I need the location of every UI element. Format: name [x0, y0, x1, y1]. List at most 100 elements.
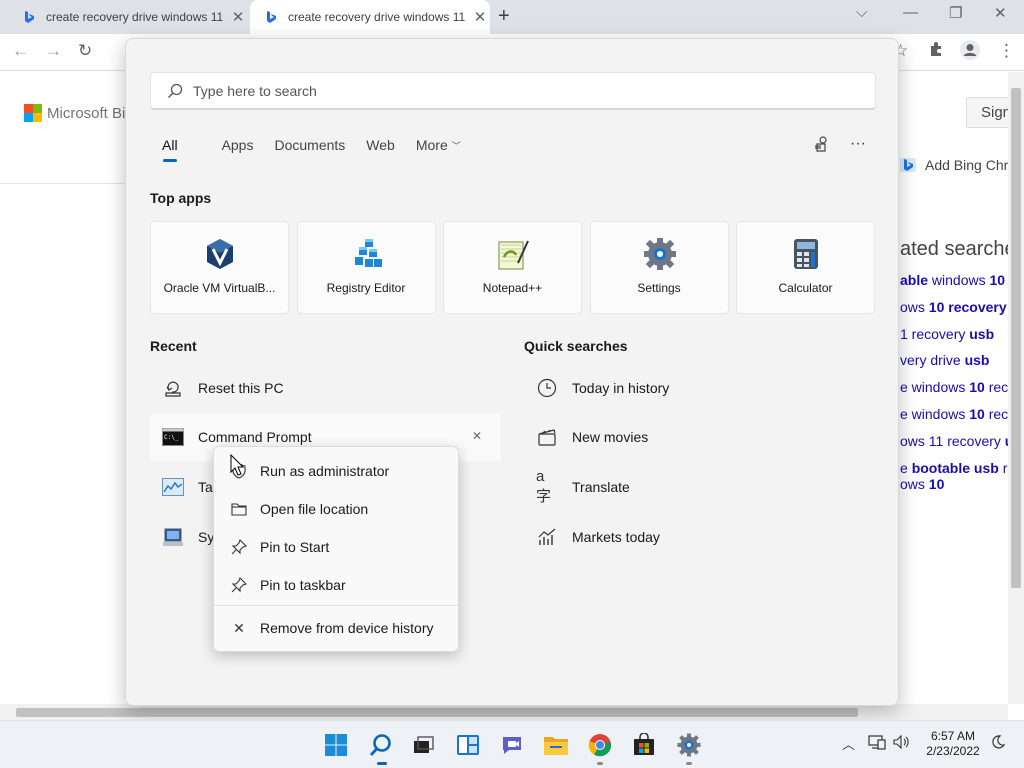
app-label: Oracle VM VirtualB... [163, 281, 276, 295]
tab-title: create recovery drive windows 11 [46, 10, 224, 24]
running-indicator [686, 762, 692, 765]
app-tile-notepadpp[interactable]: Notepad++ [443, 221, 582, 314]
pin-icon [230, 576, 248, 594]
window-close-icon[interactable]: ✕ [994, 4, 1007, 22]
more-options-icon[interactable]: ··· [850, 135, 866, 153]
back-icon[interactable]: ← [12, 41, 29, 61]
account-switch-icon[interactable] [812, 135, 830, 158]
tab-more[interactable]: More ﹀ [416, 137, 461, 153]
top-apps-title: Top apps [150, 190, 212, 206]
quick-search-translate[interactable]: a字 Translate [524, 463, 874, 511]
chart-icon [536, 526, 558, 548]
app-tile-calculator[interactable]: Calculator [736, 221, 875, 314]
menu-item-label: Pin to Start [260, 539, 330, 555]
app-tile-registry-editor[interactable]: Registry Editor [296, 221, 436, 314]
network-icon[interactable] [868, 734, 886, 753]
recent-item-reset-pc[interactable]: Reset this PC [150, 364, 500, 412]
menu-item-pin-to-taskbar[interactable]: Pin to taskbar [218, 568, 456, 602]
menu-item-open-file-location[interactable]: Open file location [218, 492, 456, 526]
app-label: Registry Editor [326, 281, 406, 295]
profile-avatar-icon[interactable] [959, 39, 981, 66]
quick-search-new-movies[interactable]: New movies [524, 413, 874, 461]
reset-pc-icon [162, 377, 184, 399]
app-tile-settings[interactable]: Settings [589, 221, 729, 314]
search-box[interactable] [150, 72, 876, 110]
bing-extension-icon [899, 155, 919, 175]
menu-item-pin-to-start[interactable]: Pin to Start [218, 530, 456, 564]
browser-menu-icon[interactable]: ⋮ [998, 41, 1015, 61]
microsoft-store-icon[interactable] [631, 732, 657, 758]
tab-apps[interactable]: Apps [222, 137, 254, 153]
tab-web[interactable]: Web [366, 137, 395, 153]
pin-icon [230, 538, 248, 556]
tab-all[interactable]: All [162, 137, 178, 162]
quick-search-label: Today in history [572, 380, 670, 396]
related-search-link[interactable]: very drive usb [900, 352, 989, 368]
taskbar-search-icon[interactable] [368, 732, 394, 758]
volume-icon[interactable] [892, 734, 910, 753]
close-tab-icon[interactable]: ✕ [470, 8, 490, 26]
search-input[interactable] [193, 82, 793, 99]
vertical-scrollbar[interactable] [1008, 72, 1024, 704]
recent-item-label: Command Prompt [198, 429, 312, 445]
clock-date: 2/23/2022 [926, 744, 980, 758]
related-search-link[interactable]: 1 recovery usb [900, 326, 994, 342]
task-view-icon[interactable] [410, 732, 436, 758]
taskbar-settings-icon[interactable] [676, 732, 702, 758]
system-clock[interactable]: 6:57 AM 2/23/2022 [918, 729, 988, 759]
tab-more-label: More [415, 137, 448, 153]
scrollbar-thumb[interactable] [16, 708, 858, 717]
browser-tab-1[interactable]: create recovery drive windows 11 ✕ [8, 0, 248, 34]
new-tab-button[interactable]: + [498, 5, 510, 28]
minimize-icon[interactable]: — [903, 4, 918, 21]
app-label: Calculator [778, 281, 833, 295]
horizontal-scrollbar[interactable] [0, 704, 1008, 720]
menu-item-remove-from-history[interactable]: ✕ Remove from device history [218, 611, 456, 645]
svg-text:C:\_: C:\_ [164, 434, 179, 441]
widgets-icon[interactable] [455, 732, 481, 758]
clock-time: 6:57 AM [930, 729, 976, 743]
chevron-down-icon: ﹀ [451, 140, 461, 151]
related-search-link[interactable]: e bootable usb re [900, 460, 1015, 476]
show-hidden-icons-chevron-icon[interactable]: ︿ [842, 734, 855, 753]
mouse-cursor-icon [230, 453, 246, 483]
start-windows-icon[interactable] [323, 732, 349, 758]
close-tab-icon[interactable]: ✕ [228, 8, 248, 26]
system-icon [162, 526, 184, 548]
app-tile-virtualbox[interactable]: Oracle VM VirtualB... [150, 221, 289, 314]
quick-search-today-in-history[interactable]: Today in history [524, 364, 874, 412]
tab-search-chevron-icon[interactable]: ⌵ [856, 4, 867, 21]
quick-searches-title: Quick searches [524, 338, 628, 354]
command-prompt-icon: C:\_ [162, 426, 184, 448]
recent-item-label: Reset this PC [198, 380, 284, 396]
reload-icon[interactable]: ↻ [78, 41, 92, 61]
active-indicator [377, 762, 387, 765]
close-icon: ✕ [233, 619, 245, 636]
add-bing-link[interactable]: Add Bing Chro [899, 155, 1016, 175]
quick-search-markets-today[interactable]: Markets today [524, 513, 874, 561]
file-explorer-icon[interactable] [543, 732, 569, 758]
browser-tab-2[interactable]: create recovery drive windows 11 ✕ [250, 0, 490, 34]
restore-icon[interactable]: ❐ [949, 4, 962, 22]
translate-icon: a字 [536, 468, 552, 505]
related-search-link[interactable]: ows 11 recovery usb [900, 433, 1024, 449]
menu-item-label: Remove from device history [260, 620, 434, 636]
quick-search-label: Markets today [572, 529, 660, 545]
menu-item-run-as-administrator[interactable]: Run as administrator [218, 454, 456, 488]
page-header-left [0, 72, 125, 184]
related-search-link[interactable]: e windows 10 rec [900, 406, 1008, 422]
related-search-link[interactable]: e windows 10 rec [900, 379, 1008, 395]
focus-assist-moon-icon[interactable] [990, 734, 1006, 753]
remove-recent-close-icon[interactable]: ✕ [472, 429, 482, 443]
scrollbar-thumb[interactable] [1011, 88, 1021, 588]
extensions-icon[interactable] [928, 41, 944, 62]
tab-documents[interactable]: Documents [274, 137, 345, 153]
search-filter-tabs: All Apps Documents Web More ﹀ [150, 137, 482, 162]
task-manager-icon [162, 476, 184, 498]
related-search-link[interactable]: ows 10 [900, 476, 944, 492]
teams-chat-icon[interactable] [499, 732, 525, 758]
related-search-link[interactable]: able windows 10 r [900, 272, 1014, 288]
related-search-link[interactable]: ows 10 recovery usb [900, 299, 1024, 315]
chrome-icon[interactable] [587, 732, 613, 758]
forward-icon[interactable]: → [45, 41, 62, 61]
